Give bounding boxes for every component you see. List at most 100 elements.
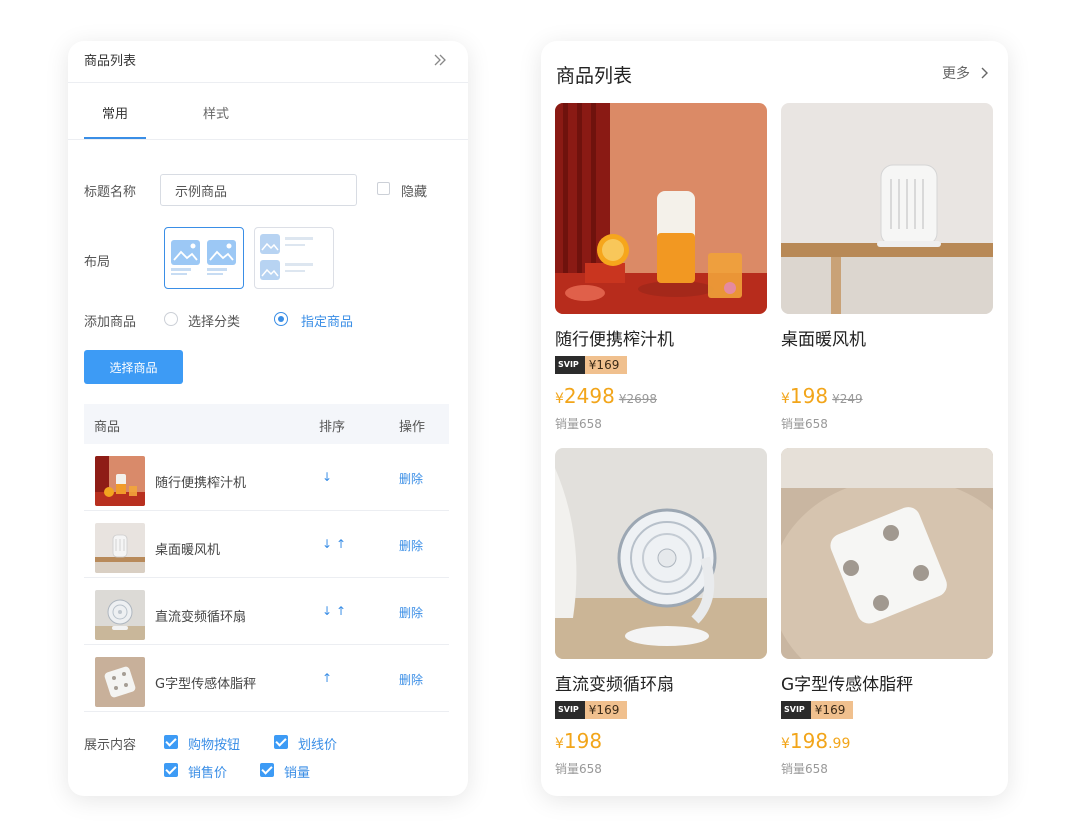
delete-link[interactable]: 删除	[399, 604, 423, 621]
product-title: 直流变频循环扇	[555, 675, 674, 695]
product-name: G字型传感体脂秤	[155, 677, 257, 692]
svip-badge: SVIP ¥169	[555, 701, 628, 719]
preview-panel: 商品列表 更多 随行便携榨汁机 SVIP ¥169 ¥2498 ¥2698 销量…	[541, 41, 1008, 796]
price-integer: 2498	[563, 384, 615, 408]
price-currency: ¥	[781, 391, 790, 407]
editor-tabs: 常用 样式	[68, 83, 468, 140]
hide-checkbox[interactable]	[377, 182, 390, 195]
product-thumbnail	[95, 523, 145, 573]
preview-title: 商品列表	[556, 65, 633, 87]
sales-count: 销量658	[781, 417, 828, 431]
editor-title: 商品列表	[84, 54, 137, 69]
price-currency: ¥	[555, 391, 564, 407]
sort-arrows[interactable]: ↓↑	[322, 537, 350, 551]
original-price: ¥249	[832, 392, 863, 406]
product-image	[781, 103, 993, 314]
product-image	[781, 448, 993, 659]
checkbox-sales-volume-label: 销量	[284, 766, 311, 781]
svip-tag: SVIP	[555, 356, 585, 374]
product-title: 随行便携榨汁机	[555, 330, 674, 350]
title-field-label: 标题名称	[84, 185, 137, 200]
layout-option-list[interactable]	[254, 227, 334, 289]
product-card[interactable]: G字型传感体脂秤 SVIP ¥169 ¥198.99 销量658	[781, 448, 993, 778]
product-card[interactable]: 随行便携榨汁机 SVIP ¥169 ¥2498 ¥2698 销量658	[555, 103, 767, 433]
checkbox-buy-button[interactable]	[164, 735, 178, 749]
svip-price: ¥169	[584, 356, 628, 374]
sort-arrows[interactable]: ↓↑	[322, 604, 350, 618]
svip-badge: SVIP ¥169	[555, 356, 628, 374]
title-input[interactable]	[160, 174, 357, 206]
svip-tag: SVIP	[555, 701, 585, 719]
price-decimal: .99	[828, 736, 851, 752]
display-content-label: 展示内容	[84, 738, 137, 753]
product-thumbnail	[95, 657, 145, 707]
radio-specify-product-label: 指定商品	[301, 315, 354, 330]
layout-option-two-column[interactable]	[164, 227, 244, 289]
active-tab-indicator	[84, 137, 146, 139]
sales-count: 销量658	[781, 762, 828, 776]
original-price: ¥2698	[618, 392, 658, 406]
add-product-label: 添加商品	[84, 315, 137, 330]
sales-count: 销量658	[555, 762, 602, 776]
sort-arrows[interactable]: ↓	[322, 470, 336, 484]
product-thumbnail	[95, 456, 145, 506]
checkbox-sale-price[interactable]	[164, 763, 178, 777]
header-product: 商品	[94, 420, 121, 435]
checkbox-strikethrough-price-label: 划线价	[298, 738, 338, 753]
table-row: G字型传感体脂秤 ↑ 删除	[84, 645, 449, 712]
editor-header: 商品列表	[68, 41, 468, 83]
header-action: 操作	[399, 420, 426, 435]
checkbox-buy-button-label: 购物按钮	[188, 738, 241, 753]
table-row: 随行便携榨汁机 ↓ 删除	[84, 444, 449, 511]
product-card[interactable]: 直流变频循环扇 SVIP ¥169 ¥198 销量658	[555, 448, 767, 778]
select-product-button[interactable]: 选择商品	[84, 350, 183, 384]
svip-tag: SVIP	[781, 701, 811, 719]
checkbox-sale-price-label: 销售价	[188, 766, 228, 781]
product-name: 直流变频循环扇	[155, 610, 247, 625]
product-title: 桌面暖风机	[781, 330, 866, 350]
price: ¥198.99	[781, 729, 850, 753]
product-title: G字型传感体脂秤	[781, 675, 914, 695]
table-row: 桌面暖风机 ↓↑ 删除	[84, 511, 449, 578]
price-integer: 198	[563, 729, 603, 753]
price-currency: ¥	[555, 736, 564, 752]
radio-specify-product[interactable]	[274, 312, 288, 326]
price: ¥198	[555, 729, 602, 753]
delete-link[interactable]: 删除	[399, 470, 423, 487]
chevron-right-icon[interactable]	[980, 67, 990, 79]
tab-style[interactable]: 样式	[203, 103, 229, 122]
product-name: 桌面暖风机	[155, 543, 221, 558]
price-integer: 198	[789, 729, 829, 753]
checkbox-strikethrough-price[interactable]	[274, 735, 288, 749]
product-table-header: 商品 排序 操作	[84, 404, 449, 444]
product-card[interactable]: 桌面暖风机 ¥198 ¥249 销量658	[781, 103, 993, 433]
tab-common[interactable]: 常用	[102, 103, 128, 122]
double-chevron-right-icon[interactable]	[432, 52, 448, 68]
two-column-layout-icon	[171, 240, 236, 275]
svip-badge: SVIP ¥169	[781, 701, 854, 719]
price: ¥2498 ¥2698	[555, 384, 657, 408]
radio-select-category-label: 选择分类	[188, 315, 241, 330]
delete-link[interactable]: 删除	[399, 671, 423, 688]
svip-price: ¥169	[584, 701, 628, 719]
header-sort: 排序	[319, 420, 346, 435]
delete-link[interactable]: 删除	[399, 537, 423, 554]
more-link[interactable]: 更多	[942, 63, 970, 83]
table-row: 直流变频循环扇 ↓↑ 删除	[84, 578, 449, 645]
product-image	[555, 103, 767, 314]
radio-select-category[interactable]	[164, 312, 178, 326]
sort-arrows[interactable]: ↑	[322, 671, 336, 685]
sales-count: 销量658	[555, 417, 602, 431]
hide-label: 隐藏	[401, 185, 428, 200]
product-image	[555, 448, 767, 659]
price: ¥198 ¥249	[781, 384, 863, 408]
editor-panel: 商品列表 常用 样式 标题名称 隐藏 布局	[68, 41, 468, 796]
price-integer: 198	[789, 384, 829, 408]
product-thumbnail	[95, 590, 145, 640]
checkbox-sales-volume[interactable]	[260, 763, 274, 777]
price-currency: ¥	[781, 736, 790, 752]
list-layout-icon	[260, 234, 313, 280]
layout-label: 布局	[84, 255, 111, 270]
product-name: 随行便携榨汁机	[155, 476, 247, 491]
svip-price: ¥169	[810, 701, 854, 719]
